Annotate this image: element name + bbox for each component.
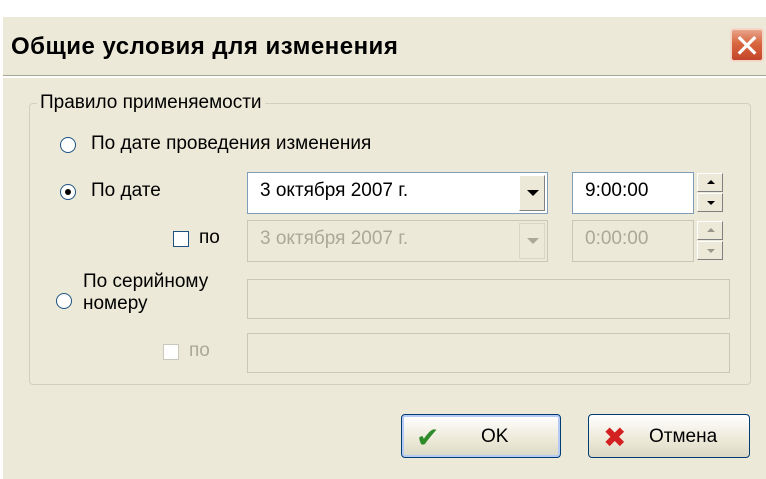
time-from-value: 9:00:00 bbox=[585, 180, 649, 201]
time-to-value: 0:00:00 bbox=[585, 228, 649, 249]
date-to-dropdown-button bbox=[519, 223, 545, 259]
time-from-down-button[interactable] bbox=[697, 193, 723, 212]
ok-button[interactable]: ✔ OK bbox=[401, 414, 561, 458]
title-bar: Общие условия для изменения ✕ bbox=[3, 17, 766, 73]
close-icon: ✕ bbox=[733, 27, 761, 65]
cross-icon: ✖ bbox=[603, 421, 627, 454]
time-to-up-button bbox=[697, 221, 723, 240]
time-to-spinner bbox=[697, 221, 723, 261]
cancel-button-label: Отмена bbox=[649, 426, 718, 447]
group-legend: Правило применяемости bbox=[37, 92, 265, 114]
title-separator bbox=[3, 75, 766, 78]
radio-by-change-date[interactable] bbox=[60, 137, 76, 153]
serial-from-field bbox=[247, 279, 730, 319]
time-from-up-button[interactable] bbox=[697, 173, 723, 192]
serial-to-field bbox=[247, 333, 730, 373]
serial-to-label: по bbox=[189, 340, 210, 361]
serial-to-checkbox bbox=[163, 344, 179, 360]
time-from-field[interactable]: 9:00:00 bbox=[572, 172, 694, 214]
date-to-checkbox[interactable] bbox=[173, 231, 189, 247]
date-to-value: 3 октября 2007 г. bbox=[260, 228, 409, 249]
dialog-window: Общие условия для изменения ✕ Правило пр… bbox=[3, 17, 766, 479]
time-to-field: 0:00:00 bbox=[572, 220, 694, 262]
check-icon: ✔ bbox=[416, 421, 440, 454]
chevron-down-icon bbox=[527, 190, 539, 196]
radio-by-date[interactable] bbox=[60, 184, 76, 200]
radio-by-serial-label-line2[interactable]: номеру bbox=[83, 293, 148, 315]
date-from-value: 3 октября 2007 г. bbox=[260, 180, 409, 201]
dialog-title: Общие условия для изменения bbox=[11, 33, 399, 60]
arrow-up-icon bbox=[707, 180, 715, 184]
radio-by-serial-label-line1[interactable]: По серийному bbox=[83, 271, 208, 293]
date-from-dropdown-button[interactable] bbox=[519, 175, 545, 211]
date-to-label[interactable]: по bbox=[199, 227, 220, 249]
radio-selected-dot bbox=[65, 189, 71, 195]
arrow-down-icon bbox=[707, 249, 715, 253]
radio-by-date-label[interactable]: По дате bbox=[91, 180, 161, 202]
radio-by-change-date-label[interactable]: По дате проведения изменения bbox=[91, 133, 371, 155]
arrow-down-icon bbox=[707, 201, 715, 205]
ok-button-label: OK bbox=[481, 426, 509, 447]
close-button[interactable]: ✕ bbox=[730, 27, 764, 65]
cancel-button[interactable]: ✖ Отмена bbox=[588, 414, 750, 458]
chevron-down-icon bbox=[527, 238, 539, 244]
radio-by-serial[interactable] bbox=[56, 293, 72, 309]
time-from-spinner[interactable] bbox=[697, 173, 723, 213]
date-from-combo[interactable]: 3 октября 2007 г. bbox=[247, 172, 548, 214]
arrow-up-icon bbox=[707, 228, 715, 232]
time-to-down-button bbox=[697, 241, 723, 260]
date-to-combo: 3 октября 2007 г. bbox=[247, 220, 548, 262]
